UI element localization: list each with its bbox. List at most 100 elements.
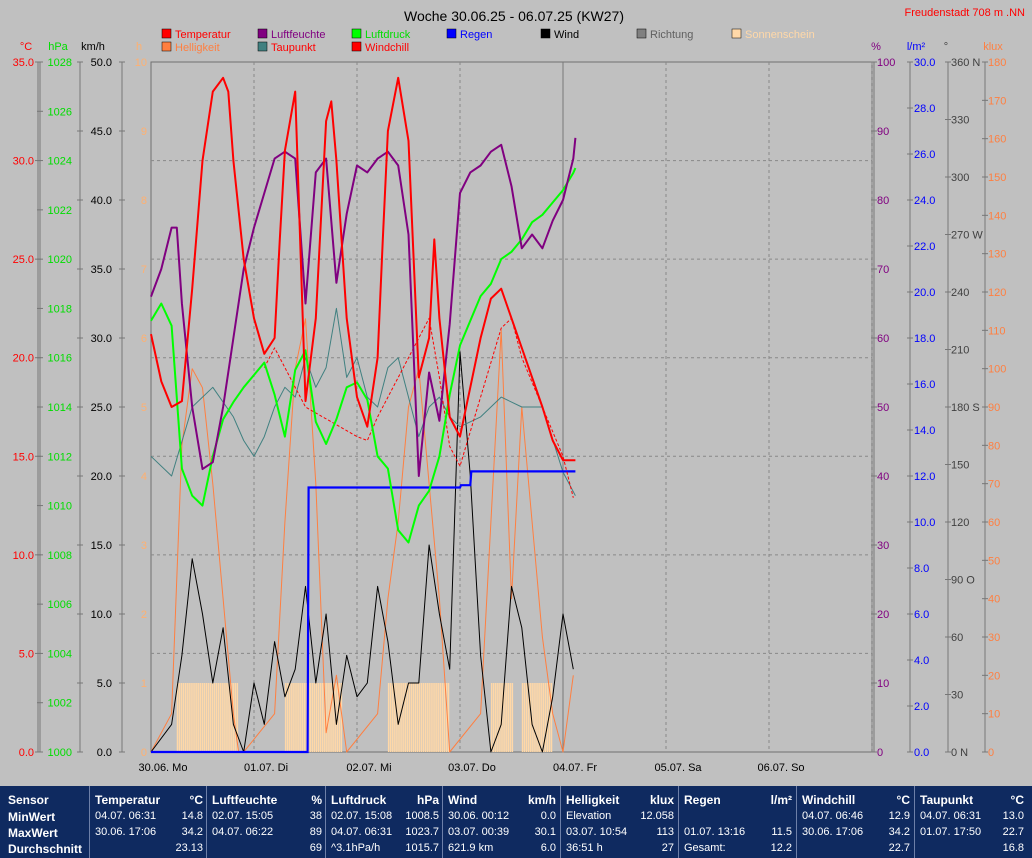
pressure-tick-label: 1008 bbox=[48, 550, 72, 562]
stats-cell-info: 04.07. 06:31 bbox=[95, 810, 157, 822]
legend-label: Regen bbox=[460, 29, 492, 41]
sunshine-bar bbox=[178, 683, 181, 752]
stats-block-helligkeit: Helligkeit klux Elevation 12.058 03.07. 10:5… bbox=[566, 786, 674, 858]
rain-tick-label: 8.0 bbox=[914, 563, 929, 575]
lux-tick-label: 180 bbox=[988, 57, 1006, 69]
legend-swatch bbox=[257, 28, 268, 39]
sun-tick-label: 1 bbox=[141, 678, 147, 690]
hum-tick-label: 70 bbox=[877, 264, 889, 276]
legend-swatch bbox=[161, 41, 172, 52]
pressure-tick-label: 1002 bbox=[48, 698, 72, 710]
legend-label: Wind bbox=[554, 29, 579, 41]
sunshine-bar bbox=[226, 683, 228, 752]
stats-cell-info: Gesamt: bbox=[684, 842, 726, 854]
rain-tick-label: 6.0 bbox=[914, 609, 929, 621]
sun-tick-label: 10 bbox=[135, 57, 147, 69]
temp-axis-unit: °C bbox=[20, 41, 32, 53]
sun-tick-label: 5 bbox=[141, 402, 147, 414]
stats-cell-info: 02.07. 15:05 bbox=[212, 810, 274, 822]
legend-swatch bbox=[257, 41, 268, 52]
stats-block-unit: hPa bbox=[416, 793, 439, 807]
x-axis-day-labels: 30.06. Mo 01.07. Di 02.07. Mi 03.07. Do 04.0… bbox=[139, 762, 805, 774]
stats-cell-value: 16.8 bbox=[1002, 842, 1024, 854]
sunshine-bar bbox=[546, 683, 549, 752]
sunshine-bar bbox=[414, 683, 417, 752]
stats-separator bbox=[560, 786, 561, 858]
pressure-tick-label: 1006 bbox=[48, 599, 72, 611]
wind-tick-label: 45.0 bbox=[91, 126, 112, 138]
sunshine-bar bbox=[317, 683, 320, 752]
stats-cell-value: 0.0 bbox=[540, 810, 556, 822]
pressure-tick-label: 1024 bbox=[48, 156, 72, 168]
sunshine-bar bbox=[490, 683, 493, 752]
sunshine-bar bbox=[195, 683, 197, 752]
sunshine-bar bbox=[439, 683, 441, 752]
day-label: 01.07. Di bbox=[244, 762, 288, 774]
sunshine-bar bbox=[400, 683, 402, 752]
legend-swatch bbox=[636, 28, 647, 39]
legend-swatch bbox=[731, 28, 742, 39]
stats-cell-info: 01.07. 13:16 bbox=[684, 826, 746, 838]
sunshine-bar bbox=[199, 683, 202, 752]
hum-tick-label: 50 bbox=[877, 402, 889, 414]
wind-tick-label: 40.0 bbox=[91, 195, 112, 207]
stats-cell-value: 69 bbox=[309, 842, 322, 854]
sunshine-bar bbox=[416, 683, 419, 752]
sunshine-bar bbox=[182, 683, 185, 752]
stats-block-windchill: Windchill °C 04.07. 06:46 12.9 30.06. 17:06 3… bbox=[802, 786, 910, 858]
sunshine-bar bbox=[418, 683, 421, 752]
stats-block-unit: % bbox=[311, 793, 322, 807]
y-axes: °C35.030.025.020.015.010.05.00.0hPa10281… bbox=[13, 41, 1007, 759]
sunshine-bar bbox=[427, 683, 429, 752]
sunshine-bar bbox=[291, 683, 293, 752]
sunshine-bar bbox=[220, 683, 222, 752]
stats-block-title: Helligkeit bbox=[566, 793, 620, 807]
stats-cell-value: 38 bbox=[309, 810, 322, 822]
rain-tick-label: 26.0 bbox=[914, 149, 935, 161]
hum-tick-label: 20 bbox=[877, 609, 889, 621]
sunshine-bar bbox=[191, 683, 193, 752]
stats-cell-value: 12.9 bbox=[888, 810, 910, 822]
sunshine-bar bbox=[205, 683, 208, 752]
stats-cell-value: 34.2 bbox=[888, 826, 910, 838]
rain-axis-unit: l/m² bbox=[907, 41, 926, 53]
stats-block-title: Luftfeuchte bbox=[212, 793, 278, 807]
day-label: 02.07. Mi bbox=[346, 762, 391, 774]
stats-label-avg: Durchschnitt bbox=[8, 842, 83, 856]
temp-tick-label: 35.0 bbox=[13, 57, 34, 69]
stats-cell-info: 02.07. 15:08 bbox=[331, 810, 393, 822]
stats-block-title: Regen bbox=[684, 793, 721, 807]
dir-tick-label: 30 bbox=[951, 690, 963, 702]
day-label: 03.07. Do bbox=[448, 762, 496, 774]
lux-tick-label: 60 bbox=[988, 517, 1000, 529]
rain-tick-label: 20.0 bbox=[914, 287, 935, 299]
stats-cell-value: 1015.7 bbox=[405, 842, 439, 854]
lux-tick-label: 10 bbox=[988, 709, 1000, 721]
lux-tick-label: 160 bbox=[988, 134, 1006, 146]
plot-frame bbox=[150, 61, 873, 753]
rain-tick-label: 28.0 bbox=[914, 103, 935, 115]
sunshine-bar bbox=[176, 683, 179, 752]
stats-separator bbox=[325, 786, 326, 858]
wind-tick-label: 0.0 bbox=[97, 747, 112, 759]
hum-tick-label: 90 bbox=[877, 126, 889, 138]
sunshine-bar bbox=[392, 683, 394, 752]
stats-cell-info: 30.06. 17:06 bbox=[802, 826, 864, 838]
sunshine-bar bbox=[521, 683, 524, 752]
sunshine-bar bbox=[499, 683, 501, 752]
sunshine-bar bbox=[201, 683, 204, 752]
stats-cell-info: 03.07. 00:39 bbox=[448, 826, 510, 838]
legend-label: Sonnenschein bbox=[745, 29, 815, 41]
day-label: 06.07. So bbox=[757, 762, 804, 774]
rain-tick-label: 18.0 bbox=[914, 333, 935, 345]
sunshine-bar bbox=[234, 683, 237, 752]
rain-tick-label: 14.0 bbox=[914, 425, 935, 437]
sunshine-bar bbox=[402, 683, 404, 752]
legend: TemperaturHelligkeit LuftfeuchteTaupunkt L… bbox=[161, 28, 815, 54]
dir-tick-label: 270 W bbox=[951, 230, 983, 242]
rain-tick-label: 16.0 bbox=[914, 379, 935, 391]
stats-cell-info: Elevation bbox=[566, 810, 612, 822]
legend-label: Luftdruck bbox=[365, 29, 411, 41]
sun-tick-label: 6 bbox=[141, 333, 147, 345]
rain-tick-label: 30.0 bbox=[914, 57, 935, 69]
